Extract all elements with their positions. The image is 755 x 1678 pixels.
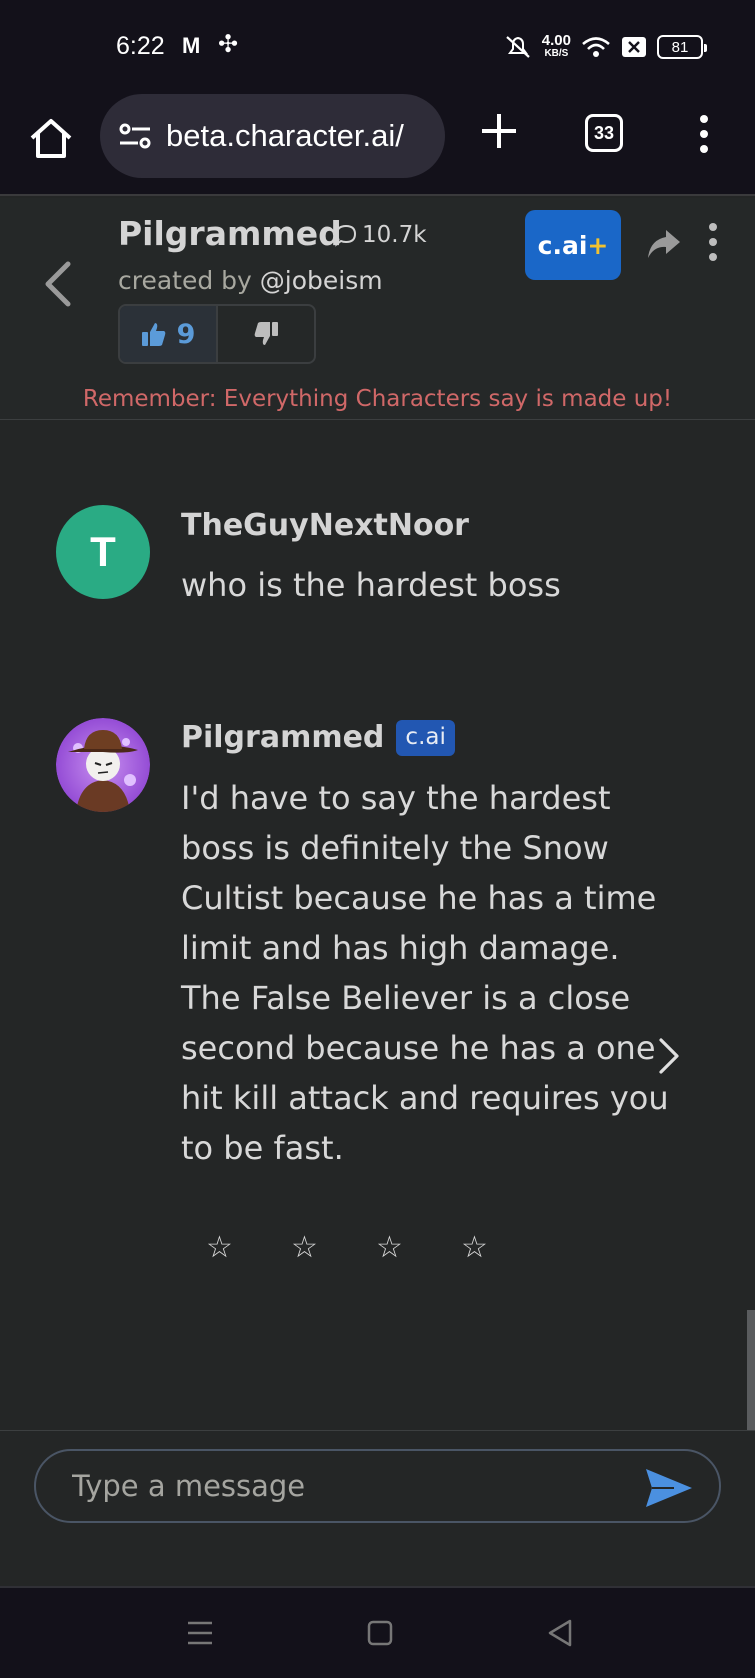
status-bar: 6:22 M ✣ 4.00 KB/S 81 — [0, 0, 755, 92]
browser-menu-icon[interactable] — [694, 114, 714, 154]
star-2-icon[interactable]: ☆ — [291, 1230, 376, 1265]
fan-icon: ✣ — [218, 30, 239, 58]
network-speed: 4.00 KB/S — [542, 33, 571, 60]
new-tab-icon[interactable] — [478, 110, 520, 152]
message-author: Pilgrammed — [181, 720, 385, 755]
disclaimer-text: Remember: Everything Characters say is m… — [82, 386, 673, 412]
character-avatar-image — [56, 718, 150, 812]
creator-handle[interactable]: @jobeism — [260, 266, 383, 295]
site-settings-icon[interactable] — [118, 121, 152, 151]
chat-bubble-icon — [335, 224, 357, 247]
message-text: who is the hardest boss — [181, 566, 561, 604]
more-options-icon[interactable] — [704, 222, 722, 262]
upvote-button[interactable]: 9 — [120, 306, 218, 362]
user-avatar[interactable]: T — [56, 505, 150, 599]
address-bar[interactable]: beta.character.ai/ — [100, 94, 445, 178]
system-nav-bar — [0, 1586, 755, 1678]
message-text: I'd have to say the hardest boss is defi… — [181, 779, 669, 1167]
message-composer — [0, 1430, 755, 1586]
star-3-icon[interactable]: ☆ — [376, 1230, 461, 1265]
character-name[interactable]: Pilgrammed — [118, 214, 342, 253]
speed-unit: KB/S — [544, 48, 569, 59]
cai-plus-button[interactable]: c.ai + — [525, 210, 621, 280]
vote-group: 9 — [118, 304, 316, 364]
star-1-icon[interactable]: ☆ — [206, 1230, 291, 1265]
back-nav-icon[interactable] — [546, 1618, 574, 1648]
thumbs-down-icon — [254, 322, 278, 345]
scrollbar-thumb[interactable] — [747, 1310, 755, 1430]
creator-line: created by @jobeism — [118, 266, 383, 295]
chat-header: Pilgrammed 10.7k created by @jobeism 9 c… — [0, 198, 755, 420]
home-nav-icon[interactable] — [366, 1618, 394, 1648]
status-right-group: 4.00 KB/S 81 — [504, 33, 707, 60]
url-text[interactable]: beta.character.ai/ — [166, 118, 404, 154]
sim-blocked-icon — [622, 37, 646, 57]
upvote-count: 9 — [176, 318, 196, 350]
mute-icon — [506, 36, 530, 58]
character-avatar[interactable] — [56, 718, 150, 812]
wifi-icon — [582, 37, 610, 57]
created-by-label: created by — [118, 266, 252, 295]
send-icon[interactable] — [644, 1467, 694, 1509]
status-time: 6:22 — [116, 32, 165, 60]
thumbs-up-icon — [141, 323, 165, 346]
tab-switcher-button[interactable]: 33 — [585, 114, 623, 152]
message-author: TheGuyNextNoor — [181, 508, 469, 543]
cai-plus-label: c.ai — [537, 230, 588, 260]
recent-apps-icon[interactable] — [186, 1618, 214, 1648]
share-icon[interactable] — [646, 228, 682, 260]
star-4-icon[interactable]: ☆ — [461, 1230, 546, 1265]
battery-indicator: 81 — [657, 35, 707, 59]
downvote-button[interactable] — [218, 306, 314, 362]
chat-count: 10.7k — [334, 222, 427, 248]
back-icon[interactable] — [40, 260, 76, 308]
home-icon[interactable] — [26, 114, 76, 164]
rating-stars: ☆ ☆ ☆ ☆ — [206, 1230, 546, 1265]
gmail-icon: M — [182, 33, 201, 58]
next-response-icon[interactable] — [656, 1036, 682, 1076]
browser-toolbar: beta.character.ai/ 33 — [0, 92, 755, 196]
message-input[interactable] — [34, 1449, 721, 1523]
chat-count-value: 10.7k — [362, 222, 427, 248]
message-author-row: Pilgrammed c.ai — [181, 720, 455, 756]
cai-plus-sign: + — [587, 230, 609, 260]
cai-badge: c.ai — [396, 720, 455, 756]
